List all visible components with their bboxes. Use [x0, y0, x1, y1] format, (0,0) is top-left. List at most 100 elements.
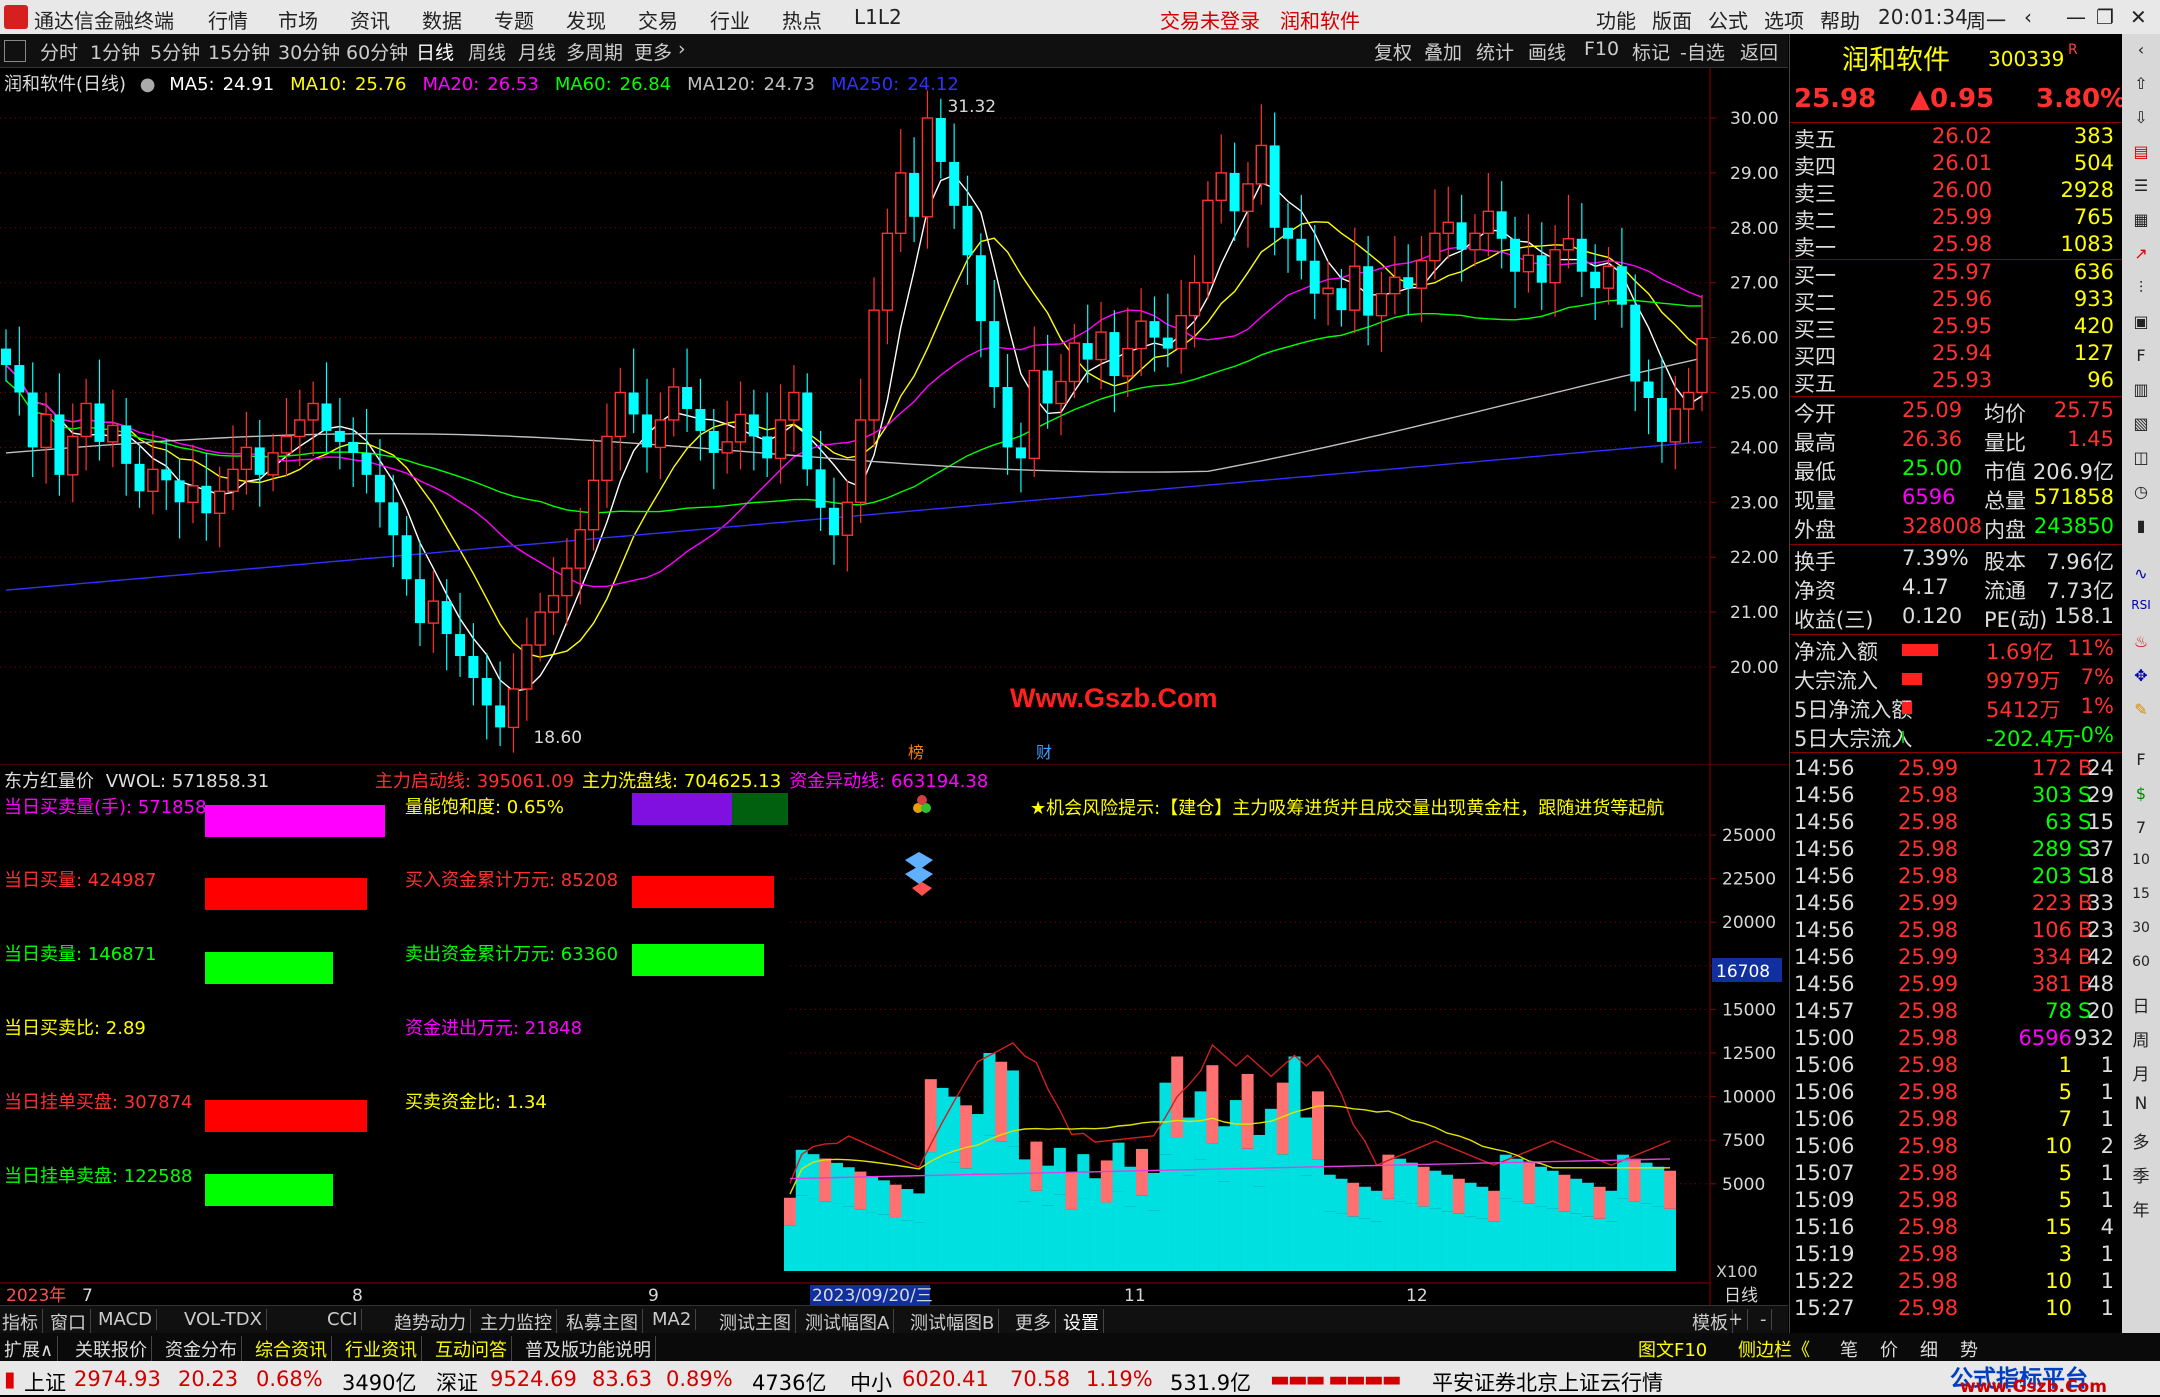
- bell-icon[interactable]: ♨: [2130, 632, 2152, 654]
- list-icon[interactable]: ☰: [2130, 176, 2152, 198]
- menu-item[interactable]: 公式: [1708, 5, 1748, 34]
- extension-tab[interactable]: 行业资讯: [345, 1336, 422, 1362]
- menu-item[interactable]: 选项: [1764, 5, 1804, 34]
- up-arrow-icon[interactable]: ⇧: [2130, 74, 2152, 96]
- down-arrow-icon[interactable]: ⇩: [2130, 108, 2152, 130]
- extension-tab[interactable]: 关联报价: [75, 1336, 152, 1362]
- toolbar-button[interactable]: F10: [1584, 38, 1619, 60]
- template-button[interactable]: -: [1760, 1309, 1772, 1330]
- toolbar-button[interactable]: 叠加: [1424, 38, 1462, 65]
- sz-label[interactable]: 深证: [436, 1367, 478, 1397]
- indicator-tab[interactable]: 趋势动力: [394, 1309, 471, 1335]
- period-tab[interactable]: 多周期: [566, 38, 623, 65]
- table-icon[interactable]: ▦: [2130, 210, 2152, 232]
- extension-tab[interactable]: 互动问答: [435, 1336, 512, 1362]
- dollar-icon[interactable]: $: [2130, 784, 2152, 806]
- server-name[interactable]: 平安证券北京上证云行情: [1432, 1367, 1663, 1397]
- extension-tab[interactable]: 资金分布: [165, 1336, 242, 1362]
- toggle-icon[interactable]: [4, 40, 26, 62]
- zx-label[interactable]: 中小: [850, 1367, 892, 1397]
- label-icon[interactable]: 10: [2130, 852, 2152, 874]
- panel-tab[interactable]: 图文F10: [1638, 1336, 1707, 1362]
- extension-tab[interactable]: 普及版功能说明: [525, 1336, 656, 1362]
- fund-icon[interactable]: ◫: [2130, 448, 2152, 470]
- panel-tab[interactable]: 细: [1920, 1336, 1938, 1362]
- template-button[interactable]: +: [1728, 1309, 1749, 1330]
- panel-tab[interactable]: 侧边栏《: [1738, 1336, 1810, 1362]
- menu-item[interactable]: 功能: [1596, 5, 1636, 34]
- indicator-tab[interactable]: MA2: [652, 1309, 697, 1330]
- period-tab[interactable]: 30分钟: [278, 38, 340, 65]
- close-icon[interactable]: ✕: [2130, 5, 2147, 29]
- panel-tab[interactable]: 价: [1880, 1336, 1898, 1362]
- period-tab[interactable]: 15分钟: [208, 38, 270, 65]
- volume-chart[interactable]: 2500022500200001750015000125001000075005…: [0, 765, 1788, 1305]
- label-icon[interactable]: 7: [2130, 818, 2152, 840]
- clock-icon[interactable]: ◷: [2130, 482, 2152, 504]
- period-tab[interactable]: 周线: [468, 38, 506, 65]
- sh-label[interactable]: 上证: [24, 1367, 66, 1397]
- toolbar-button[interactable]: 标记: [1632, 38, 1670, 65]
- period-shortcut[interactable]: 日: [2130, 992, 2152, 1017]
- indicator-tab[interactable]: 指标: [2, 1309, 43, 1335]
- template-button[interactable]: 模板: [1692, 1309, 1733, 1335]
- menu-item[interactable]: 市场: [278, 5, 318, 34]
- period-shortcut[interactable]: 年: [2130, 1196, 2152, 1221]
- menu-item[interactable]: L1L2: [854, 5, 902, 29]
- indicator-tab[interactable]: 主力监控: [480, 1309, 557, 1335]
- trade-login-link[interactable]: 交易未登录: [1160, 5, 1260, 34]
- news-icon[interactable]: ▣: [2130, 312, 2152, 334]
- period-shortcut[interactable]: 多: [2130, 1128, 2152, 1153]
- indicator-tab[interactable]: MACD: [98, 1309, 157, 1330]
- panel-tab[interactable]: 笔: [1840, 1336, 1858, 1362]
- bars-icon[interactable]: ▮: [2130, 516, 2152, 538]
- toolbar-button[interactable]: 统计: [1476, 38, 1514, 65]
- menu-item[interactable]: 发现: [566, 5, 606, 34]
- period-shortcut[interactable]: N: [2130, 1094, 2152, 1114]
- indicator-tab[interactable]: 测试幅图B: [910, 1309, 1000, 1335]
- period-tab-active[interactable]: 日线: [416, 38, 454, 65]
- toolbar-button[interactable]: 复权: [1374, 38, 1412, 65]
- settings-icon[interactable]: ●: [140, 74, 156, 95]
- toolbar-button[interactable]: 画线: [1528, 38, 1566, 65]
- indicator-tab[interactable]: 私募主图: [566, 1309, 643, 1335]
- label-icon[interactable]: 15: [2130, 886, 2152, 908]
- chart-icon[interactable]: ▤: [2130, 142, 2152, 164]
- chevron-left-icon[interactable]: ‹: [2130, 40, 2152, 62]
- candle-icon[interactable]: ⫶: [2130, 278, 2152, 300]
- indicator-tab[interactable]: 测试幅图A: [805, 1309, 895, 1335]
- menu-item[interactable]: 版面: [1652, 5, 1692, 34]
- minimize-icon[interactable]: —: [2066, 5, 2086, 29]
- extension-tab[interactable]: 扩展∧: [4, 1336, 59, 1362]
- period-tab[interactable]: 月线: [518, 38, 556, 65]
- menu-item[interactable]: 专题: [494, 5, 534, 34]
- indicator-tab[interactable]: CCI: [327, 1309, 363, 1330]
- menu-item[interactable]: 行情: [208, 5, 248, 34]
- wave-icon[interactable]: ∿: [2130, 564, 2152, 586]
- menu-item[interactable]: 资讯: [350, 5, 390, 34]
- label-icon[interactable]: 60: [2130, 954, 2152, 976]
- indicator-tab[interactable]: VOL-TDX: [184, 1309, 267, 1330]
- period-shortcut[interactable]: 周: [2130, 1026, 2152, 1051]
- label-icon[interactable]: 30: [2130, 920, 2152, 942]
- back-icon[interactable]: ‹: [2024, 5, 2032, 29]
- toolbar-button[interactable]: -自选: [1680, 38, 1725, 65]
- move-icon[interactable]: ✥: [2130, 666, 2152, 688]
- menu-item[interactable]: 行业: [710, 5, 750, 34]
- period-tab[interactable]: 分时: [40, 38, 78, 65]
- extension-tab[interactable]: 综合资讯: [255, 1336, 332, 1362]
- period-shortcut[interactable]: 月: [2130, 1060, 2152, 1085]
- menu-item[interactable]: 热点: [782, 5, 822, 34]
- toolbar-button[interactable]: 返回: [1740, 38, 1778, 65]
- period-shortcut[interactable]: 季: [2130, 1162, 2152, 1187]
- grid-icon[interactable]: ▥: [2130, 380, 2152, 402]
- period-tab[interactable]: 1分钟: [90, 38, 140, 65]
- indicator-tab[interactable]: 测试主图: [719, 1309, 796, 1335]
- menu-item[interactable]: 帮助: [1820, 5, 1860, 34]
- rsi-icon[interactable]: RSI: [2130, 598, 2152, 620]
- period-tab[interactable]: 60分钟: [346, 38, 408, 65]
- candlestick-chart[interactable]: 30.00 29.00 28.00 27.00 26.00 25.00 24.00 23.00…: [0, 67, 1788, 765]
- menu-item[interactable]: 交易: [638, 5, 678, 34]
- f10-icon[interactable]: F: [2130, 346, 2152, 368]
- menu-item[interactable]: 数据: [422, 5, 462, 34]
